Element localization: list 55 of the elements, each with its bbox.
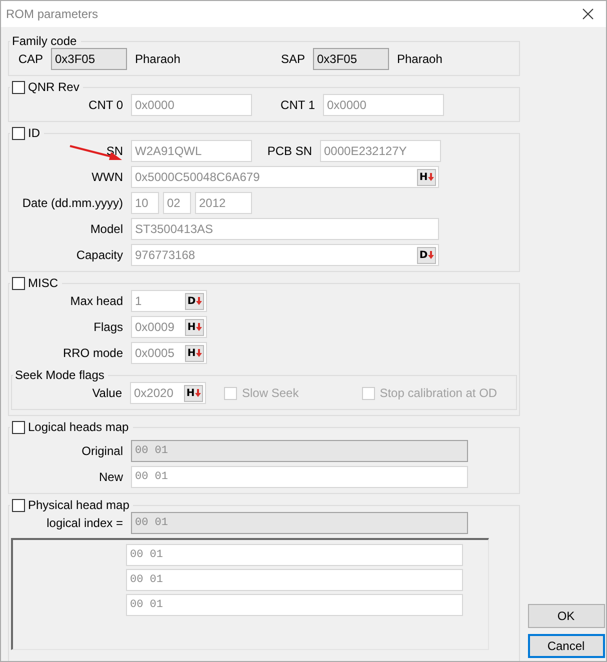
group-title: Logical heads map <box>28 420 129 434</box>
field-label: Capacity <box>75 248 123 262</box>
base-toggle-button[interactable]: H <box>417 168 436 186</box>
dialog-button[interactable]: Cancel <box>528 634 604 658</box>
field-label: CAP <box>17 52 43 66</box>
checkbox[interactable] <box>12 80 25 94</box>
checkbox[interactable] <box>12 420 25 434</box>
text-field[interactable]: 0x0009 H <box>131 316 207 338</box>
base-toggle-button[interactable]: D <box>185 292 204 310</box>
down-arrow-icon <box>196 349 202 357</box>
window-title: ROM parameters <box>6 7 98 21</box>
group-title: ID <box>28 126 40 140</box>
checkbox-label: Slow Seek <box>242 386 299 400</box>
down-arrow-icon <box>428 173 434 181</box>
family-name: Pharaoh <box>397 52 444 66</box>
text-field[interactable]: 0x2020 H <box>130 382 206 404</box>
field-label: Max head <box>69 294 123 308</box>
dialog-button[interactable]: OK <box>528 604 604 628</box>
field-label: CNT 1 <box>280 98 315 112</box>
field-label: Flags <box>92 320 123 334</box>
base-toggle-button[interactable]: H <box>184 384 203 402</box>
field-label: Original <box>80 444 123 458</box>
down-arrow-icon <box>196 323 202 331</box>
group-title: Family code <box>12 34 77 48</box>
field-label: PCB SN <box>266 144 312 158</box>
checkbox[interactable] <box>12 498 25 512</box>
field-label: CNT 0 <box>88 98 123 112</box>
field-label: RRO mode <box>62 346 123 360</box>
text-field[interactable]: 0x0005 H <box>131 342 207 364</box>
field-label: WWN <box>90 170 123 184</box>
field-label: Model <box>89 222 123 236</box>
text-field[interactable]: 976773168 D <box>131 244 439 266</box>
field-label: New <box>98 470 123 484</box>
group-title: Seek Mode flags <box>15 368 104 382</box>
base-toggle-button[interactable]: H <box>185 318 204 336</box>
field-label: Date (dd.mm.yyyy) <box>21 196 123 210</box>
field-label: Value <box>91 386 122 400</box>
down-arrow-icon <box>196 297 202 305</box>
base-toggle-button[interactable]: H <box>185 344 204 362</box>
group-title: QNR Rev <box>28 80 80 94</box>
checkbox-label: Stop calibration at OD <box>380 386 498 400</box>
group-title: MISC <box>28 276 58 290</box>
text-field[interactable]: 1 D <box>131 290 207 312</box>
text-field[interactable]: 0x5000C50048C6A679 H <box>131 166 439 188</box>
down-arrow-icon <box>194 389 201 397</box>
field-label: logical index = <box>46 516 123 530</box>
family-name: Pharaoh <box>135 52 182 66</box>
close-icon <box>582 8 594 20</box>
checkbox[interactable] <box>12 126 25 140</box>
checkbox[interactable] <box>12 276 25 290</box>
down-arrow-icon <box>428 251 434 259</box>
annotation-arrow <box>69 144 123 162</box>
base-toggle-button[interactable]: D <box>417 246 436 264</box>
field-label: SAP <box>280 52 305 66</box>
group-title: Physical head map <box>28 498 130 512</box>
